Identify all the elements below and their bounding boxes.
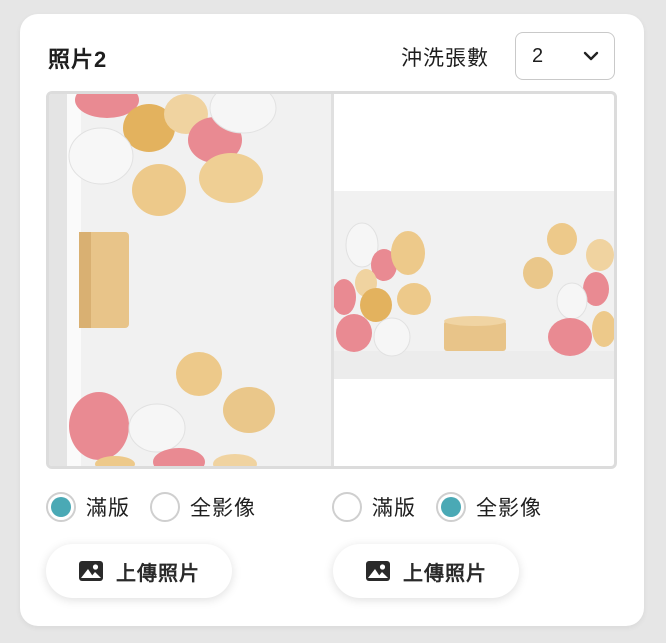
balloon-photo-full-image (334, 191, 614, 379)
upload-photo-label: 上傳照片 (403, 562, 487, 585)
upload-photo-button-left[interactable]: 上傳照片 (46, 544, 232, 598)
print-count-label: 沖洗張數 (401, 47, 489, 70)
upload-photo-label: 上傳照片 (116, 562, 200, 585)
fit-option-label: 滿版 (86, 497, 130, 520)
fit-option-label: 全影像 (190, 497, 256, 520)
radio-full-bleed[interactable] (332, 492, 362, 522)
print-count-select[interactable]: 2 (515, 32, 615, 80)
photo-card: 照片2 沖洗張數 2 滿版 全影像 滿版 全影像 上傳照片 上傳照片 (20, 14, 644, 626)
fit-option-full-image[interactable]: 全影像 (150, 492, 256, 522)
upload-photo-button-right[interactable]: 上傳照片 (333, 544, 519, 598)
image-icon (366, 561, 390, 581)
fit-option-label: 全影像 (476, 497, 542, 520)
fit-mode-options-left: 滿版 全影像 (46, 492, 276, 522)
print-count-value: 2 (532, 44, 544, 67)
chevron-down-icon (583, 51, 599, 61)
photo-preview-area (46, 91, 617, 469)
radio-full-image[interactable] (436, 492, 466, 522)
radio-full-image[interactable] (150, 492, 180, 522)
photo-title: 照片2 (48, 47, 108, 72)
radio-full-bleed[interactable] (46, 492, 76, 522)
balloon-photo-full-bleed (49, 94, 331, 466)
fit-mode-options-right: 滿版 全影像 (332, 492, 562, 522)
image-icon (79, 561, 103, 581)
fit-option-label: 滿版 (372, 497, 416, 520)
fit-option-full-image[interactable]: 全影像 (436, 492, 542, 522)
photo-preview-full-image (334, 94, 614, 466)
photo-preview-full-bleed (49, 94, 331, 466)
fit-option-full-bleed[interactable]: 滿版 (46, 492, 130, 522)
fit-option-full-bleed[interactable]: 滿版 (332, 492, 416, 522)
